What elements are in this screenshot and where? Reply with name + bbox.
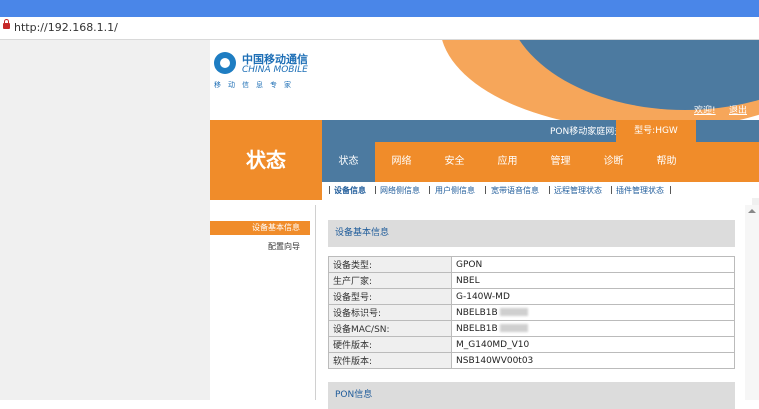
- tab-application[interactable]: 应用: [481, 142, 534, 182]
- row-value: M_G140MD_V10: [451, 336, 735, 353]
- logo-english: CHINA MOBILE: [242, 65, 308, 75]
- product-name: PON移动家庭网关: [550, 127, 624, 137]
- logout-link[interactable]: 退出: [729, 103, 747, 116]
- table-row: 硬件版本: M_G140MD_V10: [328, 336, 735, 353]
- tab-network[interactable]: 网络: [375, 142, 428, 182]
- row-value-container: NBELB1B: [451, 304, 735, 321]
- product-title-bar: PON移动家庭网关 型号:HGW: [322, 120, 759, 142]
- table-row: 设备标识号: NBELB1B: [328, 304, 735, 321]
- row-label: 设备型号:: [328, 288, 452, 305]
- router-header: 中国移动通信 CHINA MOBILE 移动信息专家 欢迎! 退出: [210, 40, 759, 120]
- china-mobile-logo-icon: [214, 52, 236, 74]
- row-label: 设备MAC/SN:: [328, 320, 452, 337]
- row-value: G-140W-MD: [451, 288, 735, 305]
- subtab-user-side-info[interactable]: 用户侧信息: [435, 185, 475, 196]
- row-value: GPON: [451, 256, 735, 273]
- row-label: 生产厂家:: [328, 272, 452, 289]
- sub-nav: | 设备信息 | 网络侧信息 | 用户侧信息 | 宽带语音信息 | 远程管理状态…: [322, 182, 759, 198]
- tab-management[interactable]: 管理: [534, 142, 587, 182]
- scrollbar[interactable]: [745, 205, 759, 400]
- sidebar-item-device-basic-info[interactable]: 设备基本信息: [210, 221, 310, 235]
- redacted-text: [499, 308, 528, 316]
- redacted-text: [499, 324, 528, 332]
- status-section-title: 状态: [210, 120, 322, 200]
- table-row: 生产厂家: NBEL: [328, 272, 735, 289]
- row-value: NBEL: [451, 272, 735, 289]
- left-margin: [0, 40, 210, 400]
- tab-security[interactable]: 安全: [428, 142, 481, 182]
- url-text[interactable]: http://192.168.1.1/: [14, 21, 118, 34]
- row-label: 硬件版本:: [328, 336, 452, 353]
- table-row: 软件版本: NSB140WV00t03: [328, 352, 735, 369]
- welcome-link[interactable]: 欢迎!: [694, 103, 716, 116]
- row-value: NSB140WV00t03: [451, 352, 735, 369]
- table-row: 设备型号: G-140W-MD: [328, 288, 735, 305]
- table-row: 设备MAC/SN: NBELB1B: [328, 320, 735, 337]
- section-header-device-info: 设备基本信息: [328, 220, 735, 247]
- scroll-up-arrow-icon[interactable]: [748, 209, 756, 213]
- subtab-plugin-management-status[interactable]: 插件管理状态: [616, 185, 664, 196]
- subtab-network-side-info[interactable]: 网络侧信息: [380, 185, 420, 196]
- subtab-remote-management-status[interactable]: 远程管理状态: [554, 185, 602, 196]
- subtab-broadband-voice-info[interactable]: 宽带语音信息: [491, 185, 539, 196]
- subtab-device-info[interactable]: 设备信息: [334, 185, 366, 196]
- tab-help[interactable]: 帮助: [640, 142, 693, 182]
- tab-diagnostics[interactable]: 诊断: [587, 142, 640, 182]
- row-value: NBELB1B: [456, 307, 498, 318]
- address-bar[interactable]: http://192.168.1.1/: [0, 17, 759, 40]
- device-info-table: 设备类型: GPON 生产厂家: NBEL 设备型号: G-140W-MD 设备…: [328, 256, 735, 369]
- browser-title-bar: [0, 0, 759, 17]
- model-label: 型号:HGW: [616, 120, 696, 142]
- main-nav: 状态 网络 安全 应用 管理 诊断 帮助: [322, 142, 759, 182]
- row-label: 设备标识号:: [328, 304, 452, 321]
- tab-status[interactable]: 状态: [322, 142, 375, 182]
- row-label: 设备类型:: [328, 256, 452, 273]
- section-header-pon-info: PON信息: [328, 382, 735, 409]
- sidebar-item-config-wizard[interactable]: 配置向导: [210, 241, 310, 252]
- row-label: 软件版本:: [328, 352, 452, 369]
- logo-slogan: 移动信息专家: [214, 81, 298, 89]
- row-value: NBELB1B: [456, 323, 498, 334]
- lock-icon: [3, 19, 10, 29]
- table-row: 设备类型: GPON: [328, 256, 735, 273]
- row-value-container: NBELB1B: [451, 320, 735, 337]
